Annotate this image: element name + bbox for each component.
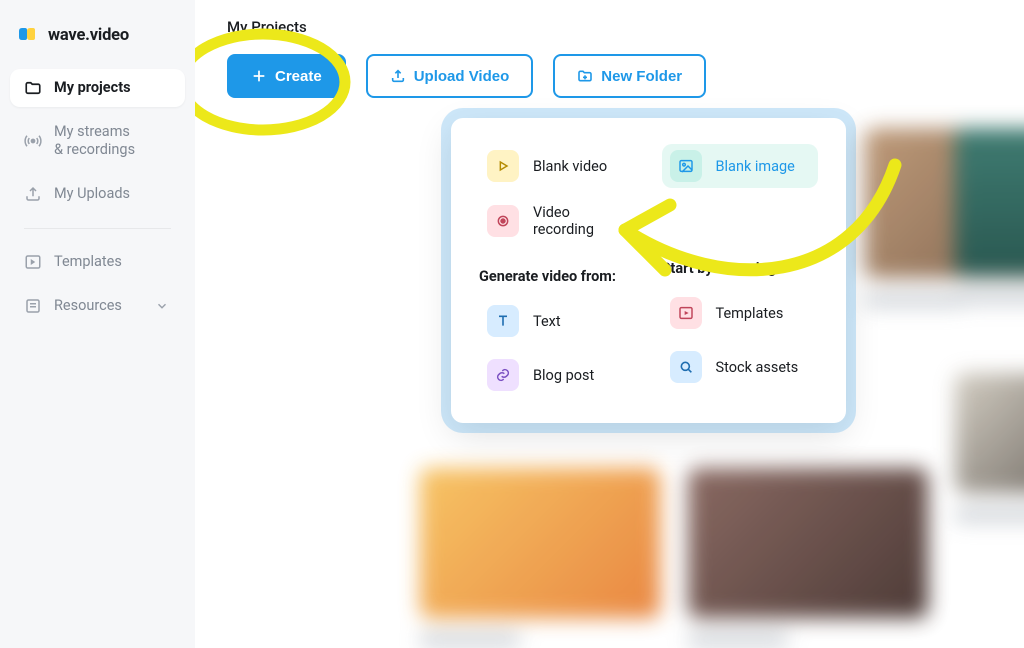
create-dropdown: Blank video Video recording Generate vid… (451, 118, 846, 423)
broadcast-icon (24, 132, 42, 150)
brand-name: wave.video (48, 26, 129, 45)
create-button[interactable]: Create (227, 54, 346, 98)
option-templates[interactable]: Templates (662, 291, 819, 335)
option-label: Blank video (533, 158, 607, 175)
option-label: Text (533, 313, 561, 330)
nav-my-streams[interactable]: My streams & recordings (10, 113, 185, 169)
option-stock-assets[interactable]: Stock assets (662, 345, 819, 389)
page-title: My Projects (227, 18, 1024, 36)
sidebar: wave.video My projects My streams & reco… (0, 0, 195, 648)
toolbar: Create Upload Video New Folder (227, 54, 1024, 98)
folder-plus-icon (577, 68, 593, 84)
option-text[interactable]: Text (479, 299, 636, 343)
brand[interactable]: wave.video (10, 18, 185, 63)
heading-generate-from: Generate video from: (479, 268, 636, 285)
nav-label: Templates (54, 253, 122, 271)
option-video-recording[interactable]: Video recording (479, 198, 636, 244)
nav-resources[interactable]: Resources (10, 287, 185, 325)
play-icon (487, 150, 519, 182)
sidebar-separator (24, 228, 171, 229)
option-label: Video recording (533, 204, 628, 238)
templates-icon (670, 297, 702, 329)
templates-icon (24, 253, 42, 271)
link-icon (487, 359, 519, 391)
record-icon (487, 205, 519, 237)
option-label: Blank image (716, 158, 795, 175)
upload-icon (24, 185, 42, 203)
heading-start-browsing: Start by browsing: (662, 260, 819, 277)
nav-my-uploads[interactable]: My Uploads (10, 175, 185, 213)
text-icon (487, 305, 519, 337)
search-icon (670, 351, 702, 383)
option-label: Stock assets (716, 359, 799, 376)
create-label: Create (275, 68, 322, 85)
new-folder-button[interactable]: New Folder (553, 54, 706, 98)
nav-label: My projects (54, 79, 131, 97)
new-folder-label: New Folder (601, 68, 682, 85)
main: My Projects Create Upload Video New Fold… (195, 0, 1024, 648)
chevron-down-icon (153, 297, 171, 315)
nav-label: My streams & recordings (54, 123, 135, 159)
image-icon (670, 150, 702, 182)
upload-icon (390, 68, 406, 84)
option-label: Templates (716, 305, 784, 322)
nav-templates[interactable]: Templates (10, 243, 185, 281)
option-label: Blog post (533, 367, 594, 384)
nav-label: My Uploads (54, 185, 130, 203)
nav-my-projects[interactable]: My projects (10, 69, 185, 107)
nav-label: Resources (54, 297, 122, 315)
plus-icon (251, 68, 267, 84)
option-blank-video[interactable]: Blank video (479, 144, 636, 188)
upload-label: Upload Video (414, 68, 510, 85)
resources-icon (24, 297, 42, 315)
folder-icon (24, 79, 42, 97)
upload-video-button[interactable]: Upload Video (366, 54, 534, 98)
option-blank-image[interactable]: Blank image (662, 144, 819, 188)
option-blog-post[interactable]: Blog post (479, 353, 636, 397)
brand-logo-icon (18, 28, 40, 44)
